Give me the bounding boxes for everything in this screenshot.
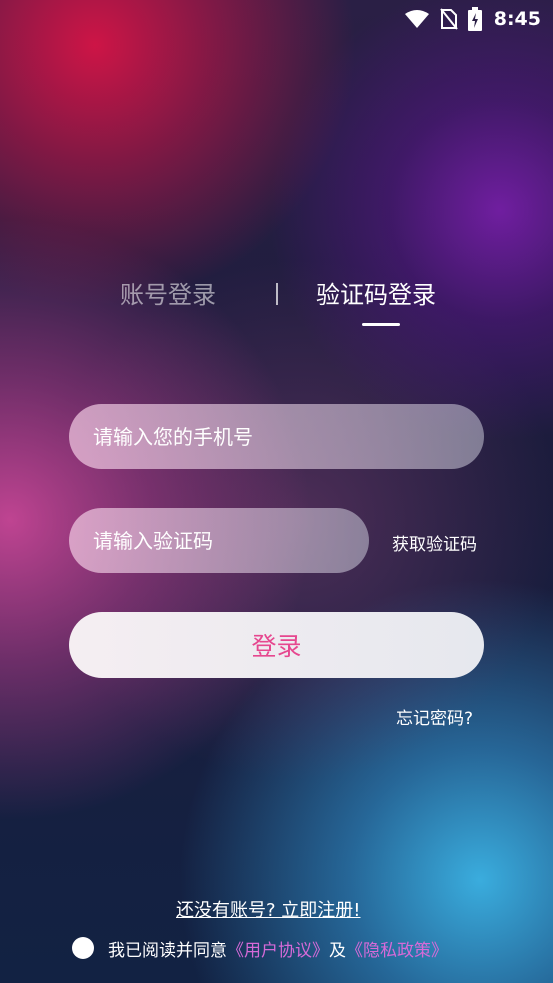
login-tabs: 账号登录 验证码登录	[0, 275, 553, 335]
agreement-row: 我已阅读并同意 《用户协议》 及 《隐私政策》	[72, 935, 448, 961]
active-tab-indicator	[362, 323, 400, 326]
verification-code-input[interactable]	[69, 508, 369, 573]
tab-account-login[interactable]: 账号登录	[120, 275, 216, 310]
user-agreement-link[interactable]: 《用户协议》	[227, 936, 329, 961]
tab-code-login[interactable]: 验证码登录	[316, 275, 436, 310]
login-button[interactable]: 登录	[69, 612, 484, 678]
status-bar: 8:45	[0, 0, 553, 38]
privacy-policy-link[interactable]: 《隐私政策》	[346, 936, 448, 961]
forgot-password-link[interactable]: 忘记密码?	[396, 704, 473, 729]
agree-radio[interactable]	[72, 937, 94, 959]
and-text: 及	[329, 940, 346, 961]
tab-divider	[276, 283, 278, 305]
wifi-icon	[404, 9, 430, 29]
no-sim-icon	[439, 8, 458, 30]
get-code-button[interactable]: 获取验证码	[392, 530, 477, 555]
agree-text: 我已阅读并同意	[108, 940, 227, 961]
status-time: 8:45	[493, 8, 541, 30]
battery-charging-icon	[467, 7, 482, 31]
register-link[interactable]: 还没有账号? 立即注册!	[176, 896, 361, 922]
phone-input[interactable]	[69, 404, 484, 469]
